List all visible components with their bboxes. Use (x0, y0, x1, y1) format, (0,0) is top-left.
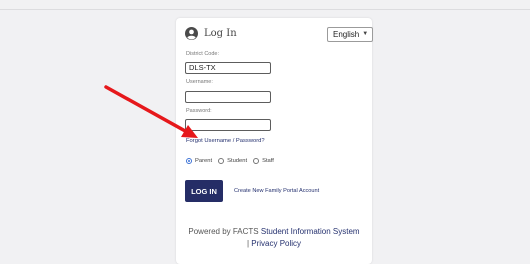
radio-button-selected[interactable] (186, 158, 192, 164)
forgot-credentials-link[interactable]: Forgot Username / Password? (186, 138, 265, 144)
radio-button[interactable] (218, 158, 225, 164)
page-title: Log In (204, 28, 237, 39)
role-option-parent[interactable]: Parent (186, 158, 212, 164)
role-label-staff: Staff (262, 158, 274, 164)
footer: Powered by FACTS Student Information Sys… (176, 226, 372, 250)
username-field[interactable] (185, 91, 271, 103)
footer-powered-by: Powered by FACTS (188, 227, 261, 236)
password-label: Password: (186, 108, 212, 114)
role-option-staff[interactable]: Staff (253, 158, 274, 164)
radio-button[interactable] (253, 158, 260, 164)
privacy-policy-link[interactable]: Privacy Policy (251, 239, 301, 248)
role-radio-group: Parent Student Staff (186, 158, 280, 164)
user-circle-icon (185, 27, 198, 40)
language-select[interactable]: English ▼ (327, 27, 374, 42)
role-label-parent: Parent (195, 158, 213, 164)
district-code-label: District Code: (186, 51, 220, 57)
role-option-student[interactable]: Student (218, 158, 247, 164)
password-field[interactable] (185, 119, 271, 131)
language-select-value: English (333, 30, 360, 39)
login-header: Log In (185, 27, 237, 40)
login-button[interactable]: LOG IN (185, 180, 223, 202)
district-code-field[interactable] (185, 62, 271, 74)
chevron-down-icon: ▼ (362, 31, 369, 37)
role-label-student: Student (227, 158, 248, 164)
student-information-system-link[interactable]: Student Information System (261, 227, 360, 236)
create-account-link[interactable]: Create New Family Portal Account (234, 188, 319, 194)
login-card: Log In English ▼ District Code: Username… (176, 18, 374, 264)
username-label: Username: (186, 79, 213, 85)
top-divider (0, 9, 530, 10)
